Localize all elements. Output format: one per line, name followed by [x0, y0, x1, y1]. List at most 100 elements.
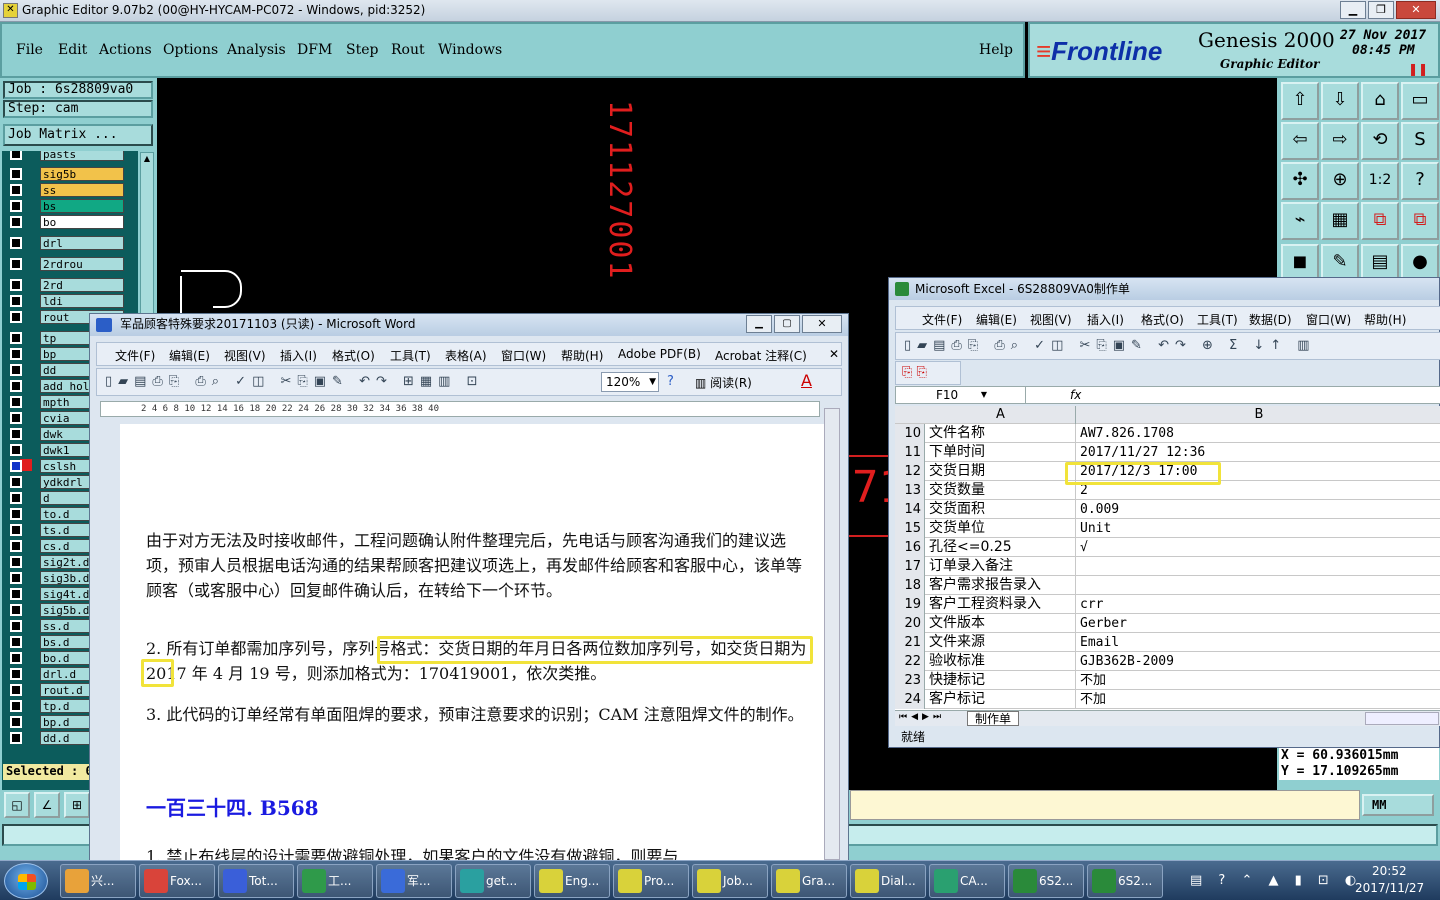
grid-icon[interactable]: ▦ [1321, 202, 1359, 240]
help-icon[interactable]: ? [1401, 162, 1439, 200]
layer-name[interactable]: pasts [40, 151, 124, 161]
menu-help[interactable]: Help [979, 42, 1013, 58]
layer-checkbox[interactable] [10, 732, 22, 744]
cell-label[interactable]: 客户工程资料录入 [926, 595, 1076, 614]
layer-row[interactable]: bs [2, 199, 138, 213]
layers-compare-icon[interactable]: ⧉ [1401, 202, 1439, 240]
word-menu-insert[interactable]: 插入(I) [280, 347, 317, 364]
read-mode-button[interactable]: ▥ 阅读(R) [695, 374, 752, 391]
layer-name[interactable]: drl [40, 236, 124, 250]
excel-menu-data[interactable]: 数据(D) [1249, 311, 1292, 328]
row-number[interactable]: 16 [895, 538, 925, 557]
menu-analysis[interactable]: Analysis [227, 42, 286, 58]
row-number[interactable]: 24 [895, 690, 925, 709]
cell-label[interactable]: 下单时间 [926, 443, 1076, 462]
cell-label[interactable]: 文件来源 [926, 633, 1076, 652]
taskbar-item[interactable]: 6S2... [1087, 864, 1163, 898]
excel-toolbar-icons[interactable]: ▯▰▤⎙⎘ ⎙⌕ ✓◫ ✂⎘▣✎ ↶↷ ⊕ Σ ↓↑ ▥ [904, 338, 1316, 353]
layer-row[interactable]: bo [2, 215, 138, 229]
layer-checkbox[interactable] [10, 636, 22, 648]
excel-menu-help[interactable]: 帮助(H) [1364, 311, 1406, 328]
layer-checkbox[interactable] [10, 184, 22, 196]
layer-checkbox[interactable] [10, 556, 22, 568]
word-maximize-button[interactable]: ▢ [774, 315, 800, 333]
layer-checkbox[interactable] [10, 348, 22, 360]
cell-label[interactable]: 快捷标记 [926, 671, 1076, 690]
taskbar-item[interactable]: Dial... [850, 864, 926, 898]
home-icon[interactable]: ⌂ [1361, 82, 1399, 120]
layer-checkbox[interactable] [10, 476, 22, 488]
scroll-up-arrow[interactable]: ▲ [142, 154, 152, 164]
layer-checkbox[interactable] [10, 588, 22, 600]
taskbar-item[interactable]: CA... [929, 864, 1005, 898]
layer-checkbox[interactable] [10, 258, 22, 270]
left-icon[interactable]: ⇦ [1281, 122, 1319, 160]
taskbar-item[interactable]: 兴... [60, 864, 136, 898]
layer-checkbox[interactable] [10, 540, 22, 552]
layer-checkbox[interactable] [10, 151, 22, 160]
zoom-fit-icon[interactable]: ✣ [1281, 162, 1319, 200]
row-number[interactable]: 10 [895, 424, 925, 443]
layer-checkbox[interactable] [10, 508, 22, 520]
minimize-button[interactable]: ▁ [1340, 1, 1366, 19]
word-menu-help[interactable]: 帮助(H) [561, 347, 603, 364]
name-box[interactable]: F10 ▼ [896, 387, 1026, 403]
word-vertical-scrollbar[interactable] [824, 408, 840, 860]
layer-checkbox[interactable] [10, 396, 22, 408]
spreadsheet-grid[interactable]: A B 10 文件名称 AW7.826.1708 11 下单时间 2017/11/27 1… [895, 406, 1440, 710]
word-minimize-button[interactable]: ▁ [746, 315, 772, 333]
angle-mode-icon[interactable]: ∠ [34, 792, 60, 818]
maximize-button[interactable]: ❐ [1368, 1, 1394, 19]
layer-name[interactable]: 2rdrou [40, 257, 124, 271]
taskbar-item[interactable]: Tot... [218, 864, 294, 898]
column-header-b[interactable]: B [1077, 406, 1440, 424]
word-menu-format[interactable]: 格式(O) [332, 347, 375, 364]
cell-label[interactable]: 文件名称 [926, 424, 1076, 443]
layer-checkbox[interactable] [10, 460, 22, 472]
cell-label[interactable]: 客户需求报告录入 [926, 576, 1076, 595]
layer-checkbox[interactable] [10, 216, 22, 228]
taskbar-item[interactable]: Job... [692, 864, 768, 898]
cell-value[interactable]: 不加 [1077, 671, 1440, 690]
cell-value[interactable]: 不加 [1077, 690, 1440, 709]
tray-icons[interactable]: ▤ ? ⌃ ▲ ▮ ⊡ ◐ [1190, 873, 1362, 888]
cell-value[interactable]: 2017/11/27 12:36 [1077, 443, 1440, 462]
layer-row[interactable]: drl [2, 236, 138, 250]
cell-value[interactable]: Unit [1077, 519, 1440, 538]
column-header-a[interactable]: A [926, 406, 1076, 424]
right-icon[interactable]: ⇨ [1321, 122, 1359, 160]
font-color-icon[interactable]: A [801, 371, 812, 390]
word-menu-tools[interactable]: 工具(T) [390, 347, 431, 364]
excel-menu-tools[interactable]: 工具(T) [1197, 311, 1238, 328]
row-number[interactable]: 15 [895, 519, 925, 538]
zoom-center-icon[interactable]: ⊕ [1321, 162, 1359, 200]
redraw-icon[interactable]: ⟲ [1361, 122, 1399, 160]
row-number[interactable]: 19 [895, 595, 925, 614]
layer-checkbox[interactable] [10, 716, 22, 728]
cell-label[interactable]: 文件版本 [926, 614, 1076, 633]
help-circle-icon[interactable]: ? [667, 374, 674, 389]
menu-edit[interactable]: Edit [58, 42, 87, 58]
cell-value[interactable]: 0.009 [1077, 500, 1440, 519]
cell-label[interactable]: 交货日期 [926, 462, 1076, 481]
layer-checkbox[interactable] [10, 604, 22, 616]
layer-checkbox[interactable] [10, 412, 22, 424]
menu-actions[interactable]: Actions [99, 42, 152, 58]
layer-checkbox[interactable] [10, 700, 22, 712]
taskbar-item[interactable]: get... [455, 864, 531, 898]
cell-label[interactable]: 交货单位 [926, 519, 1076, 538]
menu-windows[interactable]: Windows [438, 42, 502, 58]
layer-checkbox[interactable] [10, 492, 22, 504]
layer-name[interactable]: sig5b [40, 167, 124, 181]
cell-value[interactable]: GJB362B-2009 [1077, 652, 1440, 671]
menu-step[interactable]: Step [346, 42, 378, 58]
excel-menu-format[interactable]: 格式(O) [1141, 311, 1184, 328]
layer-name[interactable]: bs [40, 199, 124, 213]
row-number[interactable]: 11 [895, 443, 925, 462]
word-menu-adobe-pdf[interactable]: Adobe PDF(B) [618, 347, 701, 361]
layer-name[interactable]: 2rd [40, 278, 124, 292]
cell-value[interactable] [1077, 576, 1440, 595]
cell-label[interactable]: 交货数量 [926, 481, 1076, 500]
layer-name[interactable]: ss [40, 183, 124, 197]
cell-value[interactable]: √ [1077, 538, 1440, 557]
